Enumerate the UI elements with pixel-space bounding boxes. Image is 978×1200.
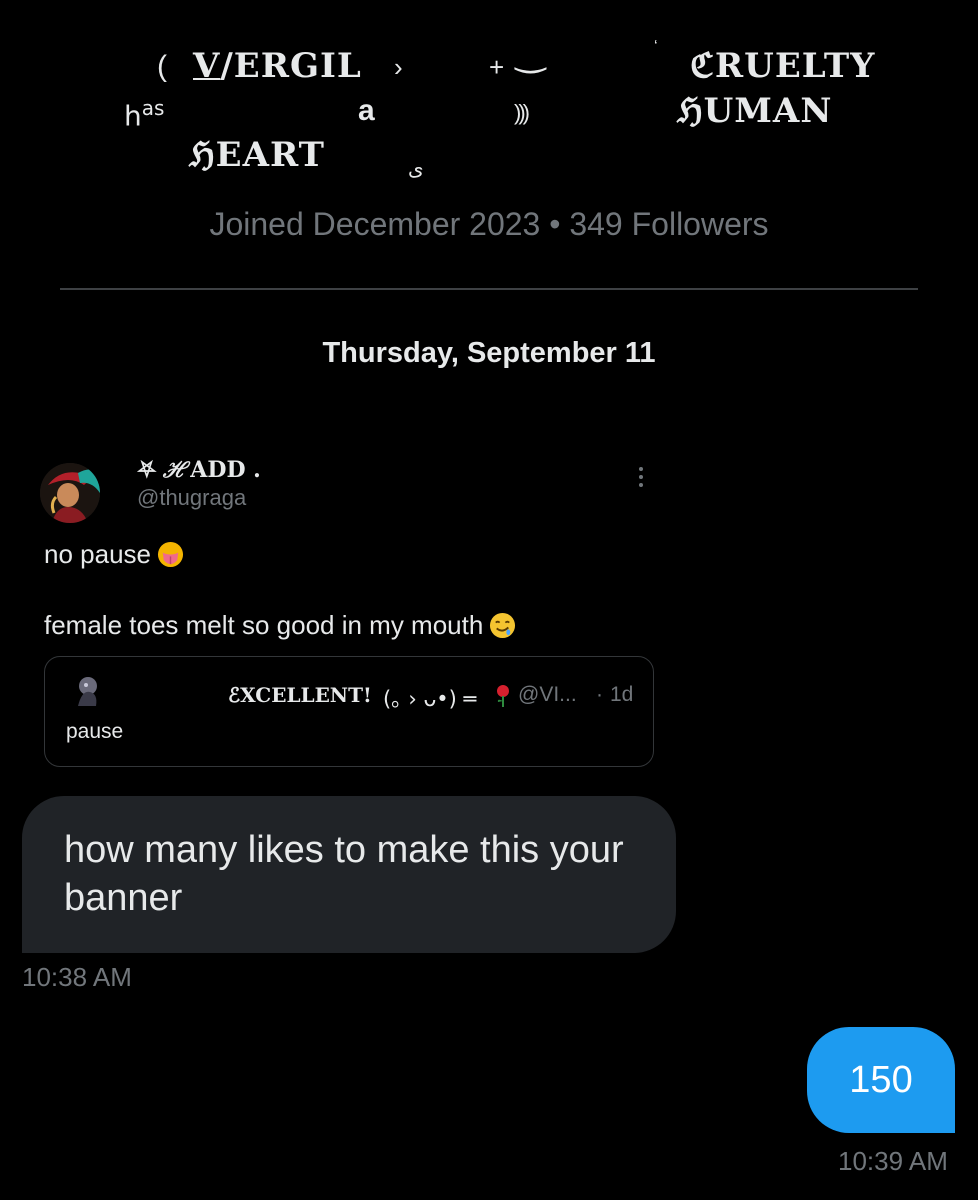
post-text-line2-text: female toes melt so good in my mouth bbox=[44, 610, 484, 640]
banner-arc: ‿ bbox=[516, 32, 545, 73]
quoted-post-card[interactable] bbox=[44, 656, 654, 767]
drooling-emoji-icon bbox=[490, 612, 516, 639]
banner-vergil-v: V bbox=[193, 46, 221, 86]
profile-meta: Joined December 2023 • 349 Followers bbox=[209, 206, 769, 242]
banner-s: ﻯ bbox=[408, 158, 424, 180]
incoming-message-text: how many likes to make this your banner bbox=[64, 829, 624, 919]
banner-plus: + bbox=[489, 52, 505, 82]
outgoing-message-time: 10:39 AM bbox=[838, 1146, 948, 1176]
rose-emoji-icon bbox=[497, 685, 509, 707]
banner-paren: ( bbox=[157, 50, 167, 83]
banner-has: has bbox=[124, 96, 164, 132]
divider bbox=[60, 288, 918, 290]
post-text-line1: no pause bbox=[44, 539, 184, 570]
banner-angle: › bbox=[394, 52, 403, 82]
tongue-emoji-icon bbox=[157, 541, 184, 568]
banner-human: ℌUMAN bbox=[677, 91, 833, 131]
quote-author-name: ℰXCELLENT! bbox=[228, 683, 372, 707]
quote-author-handle: @VI... bbox=[518, 683, 577, 706]
quote-separator-dot: · bbox=[596, 683, 603, 706]
quote-time: 1d bbox=[610, 683, 634, 706]
date-separator: Thursday, September 11 bbox=[322, 337, 656, 369]
banner-a: a bbox=[358, 94, 375, 127]
banner-cruelty: ℭRUELTY bbox=[690, 46, 876, 86]
post-text-line2: female toes melt so good in my mouth bbox=[44, 610, 516, 641]
avatar[interactable] bbox=[40, 463, 100, 523]
banner-vergil-rest: /ERGIL bbox=[220, 46, 362, 86]
banner-has-as: as bbox=[141, 96, 165, 120]
quote-avatar-icon bbox=[78, 677, 97, 706]
banner-has-h: h bbox=[124, 99, 142, 133]
banner-heart: ℌEART bbox=[189, 135, 325, 175]
banner-tick: ‘ bbox=[654, 38, 658, 55]
author-name[interactable]: ⛧ ℋADD . bbox=[138, 457, 261, 483]
more-vertical-icon[interactable] bbox=[630, 464, 652, 498]
banner-bars: ))) bbox=[514, 100, 530, 125]
quote-kaomoji: (｡ › ᴗ•) ═ bbox=[383, 687, 477, 711]
post-text-line1-text: no pause bbox=[44, 539, 151, 569]
incoming-message-time: 10:38 AM bbox=[22, 962, 132, 992]
author-handle[interactable]: @thugraga bbox=[137, 485, 246, 511]
banner-vergil: V/ERGIL bbox=[193, 46, 362, 86]
outgoing-message-text: 150 bbox=[849, 1059, 913, 1101]
quote-text: pause bbox=[66, 720, 124, 743]
